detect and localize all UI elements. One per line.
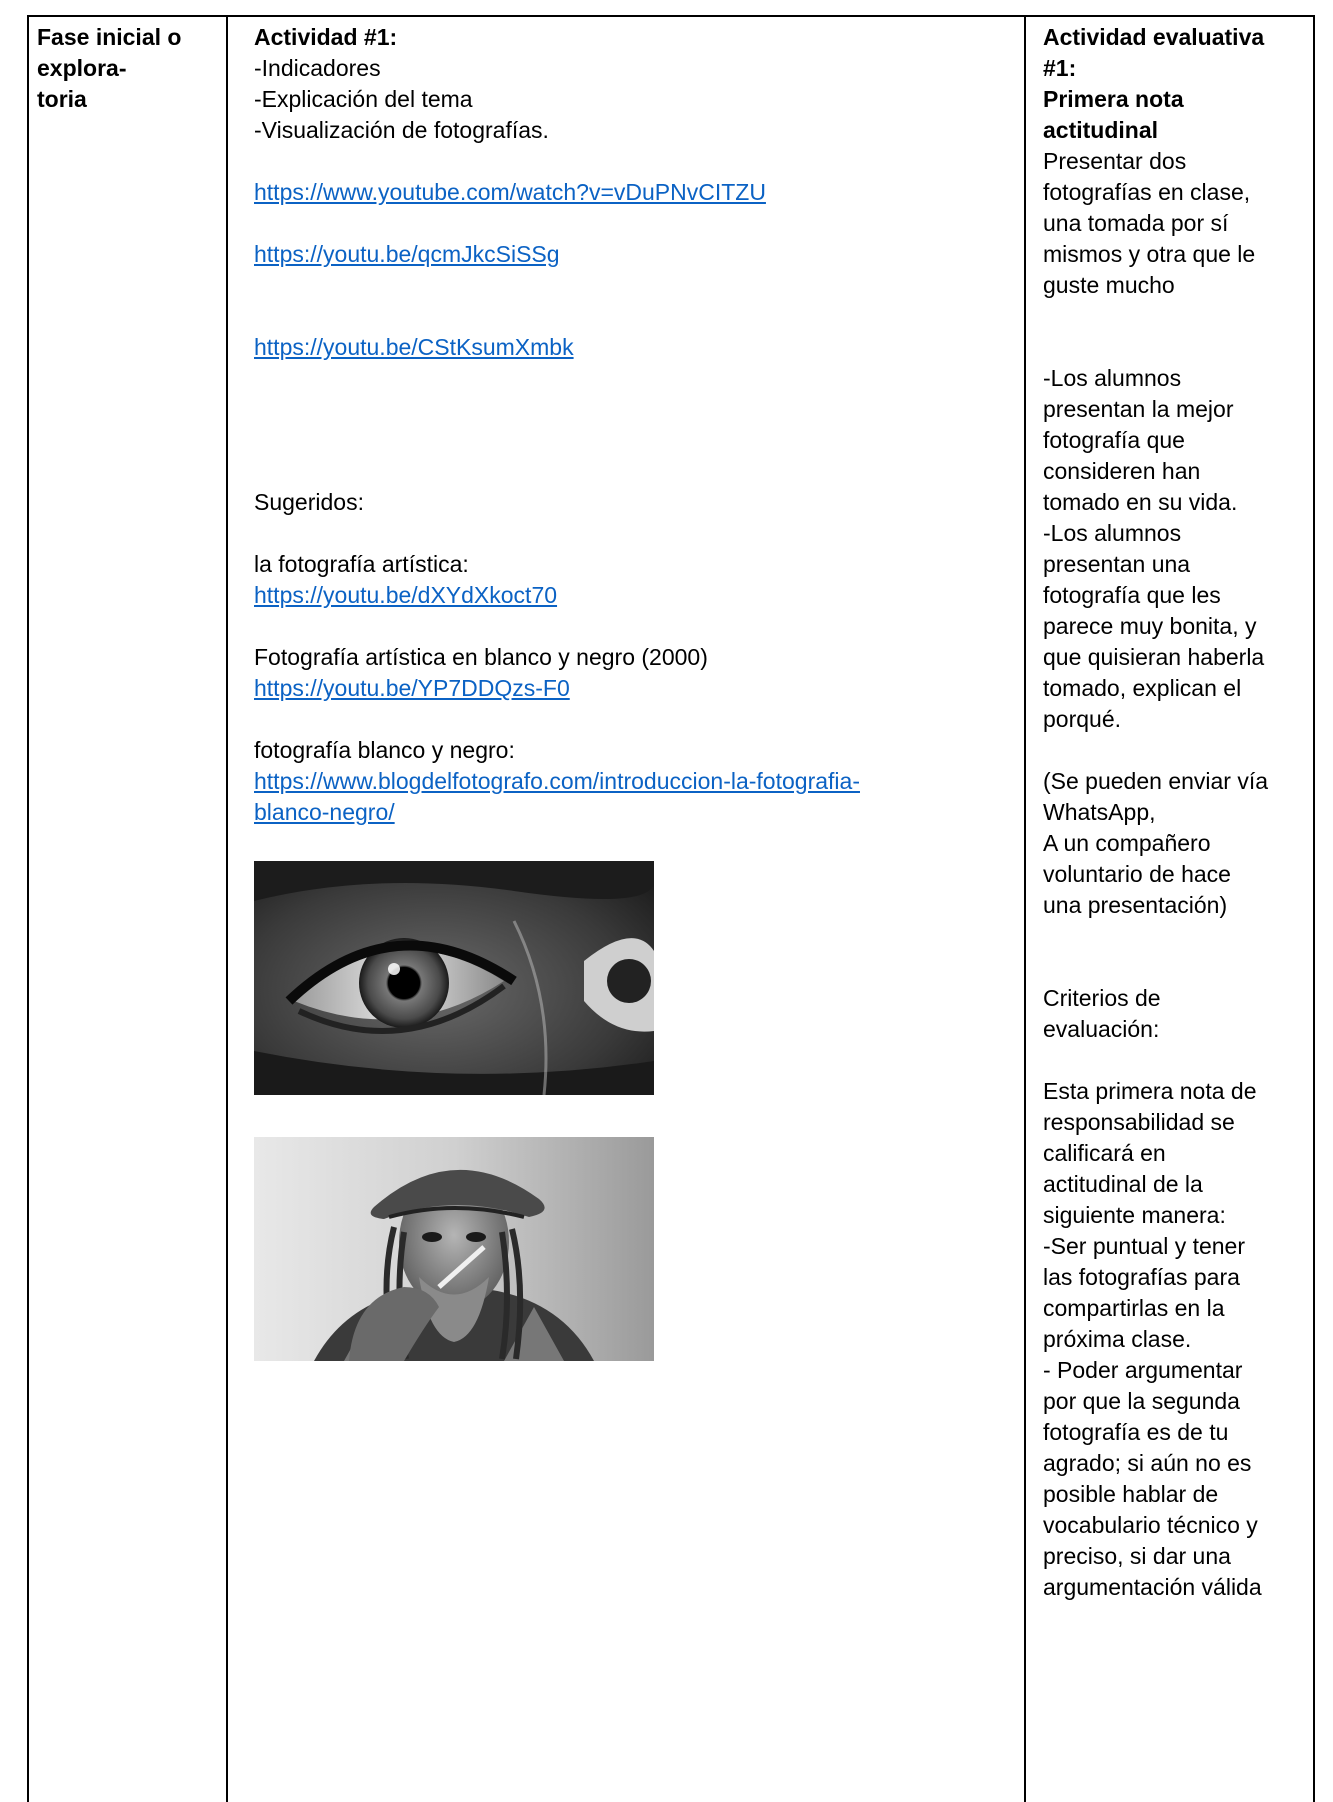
activity-column: Actividad #1: -Indicadores -Explicación … xyxy=(228,17,1026,1802)
activity-item: -Explicación del tema xyxy=(254,86,473,112)
criteria-text: Esta primera nota de responsabilidad se … xyxy=(1043,1078,1262,1600)
evaluation-steps: -Los alumnos presentan la mejor fotograf… xyxy=(1043,365,1265,732)
phase-column: Fase inicial o explora- toria xyxy=(29,17,228,1802)
activity-item: -Indicadores xyxy=(254,55,381,81)
evaluation-title: Actividad evaluativa #1: Primera nota ac… xyxy=(1043,24,1265,143)
video-link-2[interactable]: https://youtu.be/qcmJkcSiSSg xyxy=(254,239,1024,270)
suggested-link-2[interactable]: https://youtu.be/YP7DDQzs-F0 xyxy=(254,673,1024,704)
suggested-label: Sugeridos: xyxy=(254,489,364,515)
video-link-3[interactable]: https://youtu.be/CStKsumXmbk xyxy=(254,332,1024,363)
suggested-item-label: Fotografía artística en blanco y negro (… xyxy=(254,644,708,670)
phase-label: Fase inicial o explora- toria xyxy=(37,24,182,112)
evaluation-column: Actividad evaluativa #1: Primera nota ac… xyxy=(1026,17,1313,1802)
activity-table: Fase inicial o explora- toria Actividad … xyxy=(27,15,1315,1802)
activity-item: -Visualización de fotografías. xyxy=(254,117,549,143)
suggested-item-label: la fotografía artística: xyxy=(254,551,469,577)
eye-photo xyxy=(254,861,654,1095)
video-link-1[interactable]: https://www.youtube.com/watch?v=vDuPNvCI… xyxy=(254,177,1024,208)
suggested-link-3[interactable]: https://www.blogdelfotografo.com/introdu… xyxy=(254,766,1024,828)
evaluation-description: Presentar dos fotografías en clase, una … xyxy=(1043,148,1256,298)
portrait-photo xyxy=(254,1137,654,1361)
suggested-link-1[interactable]: https://youtu.be/dXYdXkoct70 xyxy=(254,580,1024,611)
criteria-heading: Criterios de evaluación: xyxy=(1043,985,1161,1042)
suggested-item-label: fotografía blanco y negro: xyxy=(254,737,515,763)
activity-title: Actividad #1: xyxy=(254,24,398,50)
evaluation-note: (Se pueden enviar vía WhatsApp, A un com… xyxy=(1043,768,1269,918)
